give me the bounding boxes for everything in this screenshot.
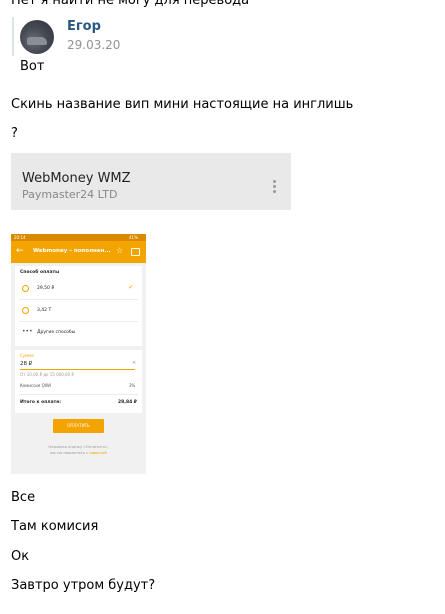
quote-text: Вот [20, 59, 45, 74]
payment-option: ••• Другие способы [15, 324, 142, 342]
clear-icon: × [132, 360, 137, 366]
phone-status-bar: 20:14 41% [11, 234, 146, 241]
offer-link: офертой [89, 450, 107, 455]
link-attachment-card[interactable]: WebMoney WMZ Paymaster24 LTD [11, 153, 291, 210]
attached-photo[interactable]: 20:14 41% ← Webmoney – пополнен... ☆ Спо… [11, 234, 146, 474]
amount-hint: От 10,00 ₽ до 15 000,00 ₽ [20, 372, 74, 377]
payment-option: 29,50 ₽ ✓ [15, 280, 142, 298]
total-value: 28,84 ₽ [118, 400, 137, 405]
phone-status-battery: 41% [129, 235, 138, 240]
footer-text: вы соглашаетесь с [50, 450, 90, 455]
phone-footer-line1: Нажимая кнопку «Оплатить», [48, 444, 109, 449]
link-card-subtitle: Paymaster24 LTD [22, 188, 118, 201]
phone-footer-line2: вы соглашаетесь с офертой [11, 450, 146, 455]
payment-option-label: 3,42 Т [37, 308, 52, 313]
more-options-icon[interactable] [273, 180, 276, 195]
phone-amount-form: Сумма 28 ₽ × От 10,00 ₽ до 15 000,00 ₽ К… [15, 350, 142, 413]
message-text: Ок [11, 549, 30, 564]
qiwi-icon [22, 285, 29, 292]
pay-button-label: ОПЛАТИТЬ [67, 423, 90, 428]
qiwi-icon [22, 307, 29, 314]
message-text: Нет я найти не могу для перевода [11, 0, 250, 8]
phone-pay-button: ОПЛАТИТЬ [53, 419, 104, 433]
back-arrow-icon: ← [16, 246, 24, 256]
message-text: Завтро утром будут? [11, 578, 156, 593]
payment-option-label: 29,50 ₽ [37, 286, 55, 291]
message-text: Скинь название вип мини настоящие на инг… [11, 97, 354, 112]
phone-payment-methods: Способ оплаты 29,50 ₽ ✓ 3,42 Т ••• Други… [15, 266, 142, 346]
star-icon: ☆ [116, 246, 124, 255]
quote-author-link[interactable]: Егор [67, 19, 101, 34]
phone-status-time: 20:14 [14, 235, 26, 240]
avatar-car-image [27, 37, 47, 45]
phone-app-title: Webmoney – пополнен... [33, 248, 111, 254]
payment-option-label: Другие способы [37, 330, 76, 335]
message-text: Там комисия [11, 519, 99, 534]
message-text: Все [11, 490, 36, 505]
payment-method-header: Способ оплаты [20, 270, 60, 275]
check-icon: ✓ [128, 283, 134, 291]
link-card-title: WebMoney WMZ [22, 171, 131, 186]
total-label: Итого к оплате: [20, 400, 62, 405]
chat-icon [131, 248, 140, 256]
more-dots-icon: ••• [22, 328, 33, 335]
payment-option: 3,42 Т [15, 302, 142, 320]
quote-date[interactable]: 29.03.20 [67, 38, 120, 52]
avatar[interactable] [20, 20, 54, 54]
amount-value: 28 ₽ [20, 361, 33, 367]
quote-bar [12, 17, 14, 56]
commission-value: 3% [129, 383, 136, 388]
amount-label: Сумма [20, 353, 34, 358]
phone-app-bar: ← Webmoney – пополнен... ☆ [11, 241, 146, 263]
commission-label: Комиссия QIWI [20, 383, 52, 388]
message-text: ? [11, 126, 18, 141]
